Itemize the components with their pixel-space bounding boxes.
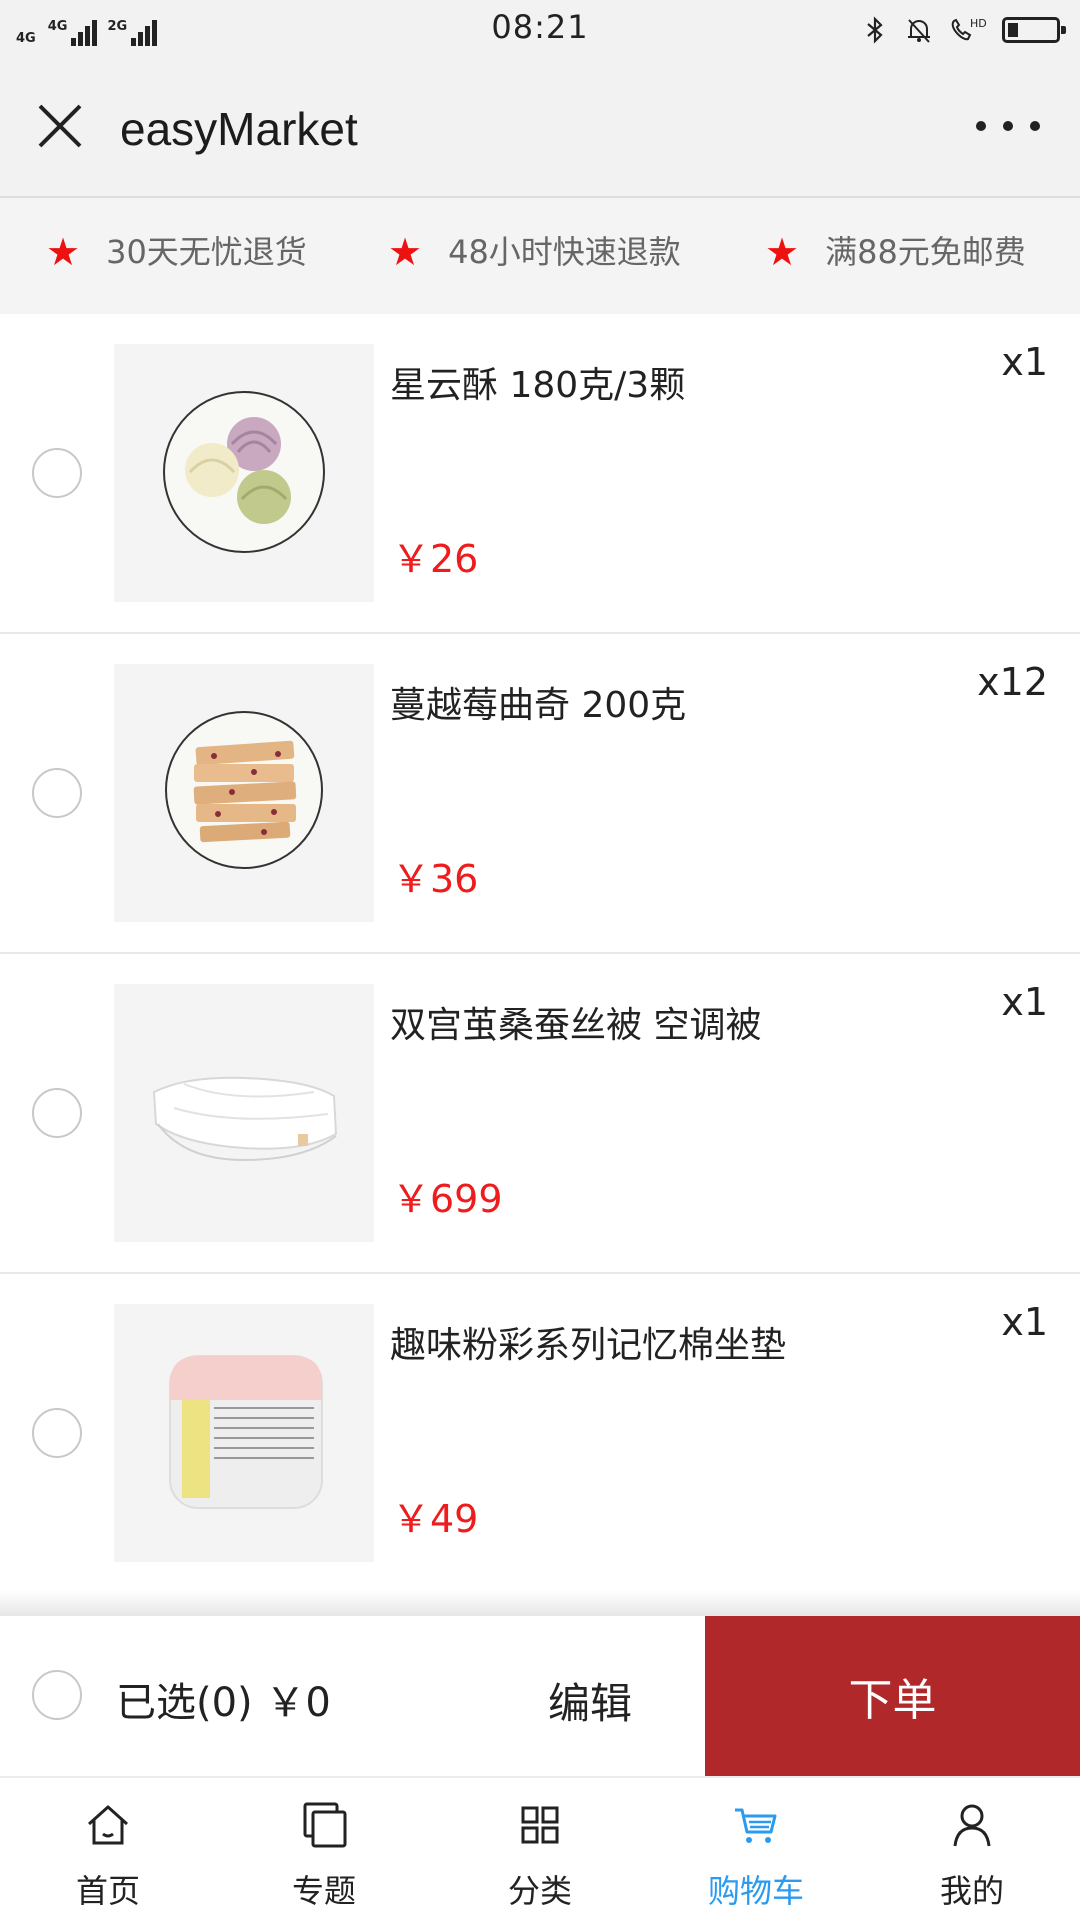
bottom-tab-bar: 首页 专题 分类 购物车 我的 (0, 1776, 1080, 1920)
service-promise-bar: ★ 30天无忧退货 ★ 48小时快速退款 ★ 满88元免邮费 (0, 198, 1080, 314)
hd-call-icon: HD (951, 17, 987, 41)
promise-item: ★ 30天无忧退货 (46, 232, 307, 272)
topics-icon (303, 1802, 347, 1848)
item-name[interactable]: 双宫茧桑蚕丝被 空调被 (390, 996, 761, 1048)
cart-item[interactable]: 星云酥 180克/3颗 ￥26 x1 (0, 314, 1080, 634)
item-select-checkbox[interactable] (32, 1408, 82, 1458)
home-icon (87, 1805, 129, 1845)
category-grid-icon (521, 1806, 559, 1844)
battery-level (1008, 23, 1018, 37)
tab-label: 首页 (75, 1872, 140, 1910)
divider-shadow (0, 1590, 1080, 1616)
checkout-bar: 已选(0) ￥0 编辑 下单 (0, 1616, 1080, 1776)
cart-item[interactable]: 蔓越莓曲奇 200克 ￥36 x12 (0, 634, 1080, 954)
select-all-checkbox[interactable] (32, 1670, 82, 1720)
promise-text: 满88元免邮费 (825, 233, 1026, 271)
cart-list: 星云酥 180克/3颗 ￥26 x1 蔓越莓曲奇 200克 ￥36 x12 双宫… (0, 314, 1080, 1594)
title-bar: easyMarket (0, 60, 1080, 198)
item-quantity: x1 (1001, 1300, 1048, 1344)
alarm-icon (908, 19, 930, 43)
promise-text: 48小时快速退款 (448, 233, 681, 271)
more-options-icon[interactable] (976, 112, 1040, 140)
place-order-button[interactable]: 下单 (705, 1616, 1080, 1776)
tab-label: 分类 (507, 1872, 572, 1910)
item-price: ￥699 (392, 1177, 503, 1221)
battery-icon (1002, 17, 1066, 43)
star-icon: ★ (765, 230, 800, 274)
tab-profile[interactable]: 我的 (864, 1778, 1080, 1920)
cart-item[interactable]: 趣味粉彩系列记忆棉坐垫 ￥49 x1 (0, 1274, 1080, 1594)
tab-category[interactable]: 分类 (432, 1778, 648, 1920)
item-price: ￥36 (392, 857, 479, 901)
close-icon[interactable] (34, 100, 86, 152)
item-name[interactable]: 星云酥 180克/3颗 (390, 356, 685, 408)
user-icon (953, 1804, 991, 1847)
tab-label: 购物车 (707, 1872, 804, 1910)
page-title: easyMarket (120, 103, 358, 155)
cart-icon (735, 1808, 777, 1843)
star-icon: ★ (46, 230, 81, 274)
edit-button[interactable]: 编辑 (548, 1670, 632, 1731)
cart-item[interactable]: 双宫茧桑蚕丝被 空调被 ￥699 x1 (0, 954, 1080, 1274)
promise-item: ★ 满88元免邮费 (765, 232, 1026, 272)
tab-label: 我的 (939, 1872, 1004, 1910)
selected-summary: 已选(0) ￥0 (116, 1680, 331, 1726)
hd-label: HD (970, 17, 987, 30)
item-price: ￥49 (392, 1497, 479, 1541)
status-bar: 4G 4G 2G 08:21 HD (0, 0, 1080, 60)
silk-quilt-image[interactable] (114, 984, 374, 1242)
status-icons: HD (860, 8, 1066, 52)
item-name[interactable]: 蔓越莓曲奇 200克 (390, 676, 686, 728)
tab-cart[interactable]: 购物车 (648, 1778, 864, 1920)
tab-home[interactable]: 首页 (0, 1778, 216, 1920)
tab-label: 专题 (291, 1872, 356, 1910)
promise-text: 30天无忧退货 (106, 233, 307, 271)
bluetooth-icon (867, 16, 883, 44)
item-select-checkbox[interactable] (32, 448, 82, 498)
item-quantity: x12 (977, 660, 1048, 704)
item-price: ￥26 (392, 537, 479, 581)
star-icon: ★ (388, 230, 423, 274)
promise-item: ★ 48小时快速退款 (388, 232, 681, 272)
cookie-plate-image[interactable] (114, 664, 374, 922)
item-quantity: x1 (1001, 980, 1048, 1024)
pastry-plate-image[interactable] (114, 344, 374, 602)
tab-topics[interactable]: 专题 (216, 1778, 432, 1920)
item-select-checkbox[interactable] (32, 1088, 82, 1138)
item-name[interactable]: 趣味粉彩系列记忆棉坐垫 (390, 1316, 786, 1368)
memory-foam-cushion-image[interactable] (114, 1304, 374, 1562)
item-quantity: x1 (1001, 340, 1048, 384)
item-select-checkbox[interactable] (32, 768, 82, 818)
